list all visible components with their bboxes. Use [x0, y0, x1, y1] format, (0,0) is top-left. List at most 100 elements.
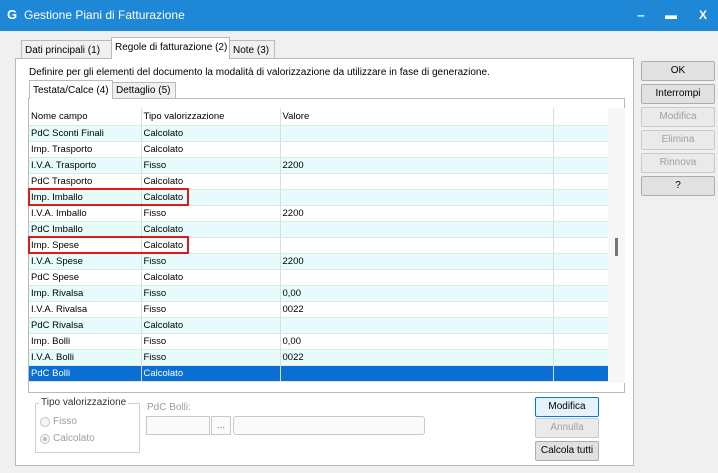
calcola-tutti-button[interactable]: Calcola tutti [535, 441, 599, 461]
detail-annulla-button[interactable]: Annulla [535, 418, 599, 438]
table-row[interactable]: Imp. Bolli Fisso 0,00 [29, 333, 608, 350]
table-row[interactable]: PdC Spese Calcolato [29, 269, 608, 286]
table-row[interactable]: Imp. Rivalsa Fisso 0,00 [29, 285, 608, 302]
table-row[interactable]: I.V.A. Imballo Fisso 2200 [29, 205, 608, 222]
modifica-button[interactable]: Modifica [641, 107, 715, 127]
radio-fisso-label: Fisso [53, 416, 77, 427]
cell-valore [280, 317, 554, 334]
table-row[interactable]: I.V.A. Spese Fisso 2200 [29, 253, 608, 270]
cell-tipo: Calcolato [141, 269, 281, 286]
cell-valore [280, 189, 554, 206]
highlight-imp-imballo [28, 188, 189, 206]
table-row[interactable]: PdC Rivalsa Calcolato [29, 317, 608, 334]
minimize-button[interactable]: ‒ [626, 0, 656, 31]
cell-valore [280, 173, 554, 190]
column-header-tipo[interactable]: Tipo valorizzazione [141, 108, 281, 126]
cell-tipo: Calcolato [141, 365, 281, 382]
cell-nome: Imp. Trasporto [29, 141, 142, 158]
pdc-lookup-button[interactable]: ... [211, 416, 231, 435]
table-row[interactable]: Imp. Trasporto Calcolato [29, 141, 608, 158]
pdc-label: PdC Bolli: [147, 402, 191, 413]
cell-tipo: Fisso [141, 333, 281, 350]
cell-valore: 0022 [280, 349, 554, 366]
ok-button[interactable]: OK [641, 61, 715, 81]
table-row[interactable]: I.V.A. Trasporto Fisso 2200 [29, 157, 608, 174]
cell-nome: PdC Bolli [29, 365, 142, 382]
cell-nome: Imp. Bolli [29, 333, 142, 350]
cell-valore [280, 269, 554, 286]
radio-calcolato-label: Calcolato [53, 433, 95, 444]
pdc-code-input[interactable] [146, 416, 210, 435]
cell-tipo: Fisso [141, 157, 281, 174]
cell-nome: I.V.A. Trasporto [29, 157, 142, 174]
elimina-button[interactable]: Elimina [641, 130, 715, 150]
table-row[interactable]: PdC Imballo Calcolato [29, 221, 608, 238]
tipo-valorizzazione-legend: Tipo valorizzazione [39, 397, 129, 408]
window-title: Gestione Piani di Fatturazione [24, 8, 185, 22]
pdc-description-input[interactable] [233, 416, 425, 435]
cell-tipo: Calcolato [141, 317, 281, 334]
cell-nome: I.V.A. Bolli [29, 349, 142, 366]
rinnova-button[interactable]: Rinnova [641, 153, 715, 173]
grid-scrollbar[interactable] [608, 108, 625, 383]
cell-tipo: Calcolato [141, 173, 281, 190]
cell-blank [553, 253, 608, 270]
cell-tipo: Fisso [141, 349, 281, 366]
cell-blank [553, 301, 608, 318]
cell-tipo: Fisso [141, 301, 281, 318]
cell-tipo: Calcolato [141, 221, 281, 238]
cell-blank [553, 349, 608, 366]
cell-blank [553, 205, 608, 222]
cell-blank [553, 269, 608, 286]
column-header-blank [553, 108, 608, 126]
cell-blank [553, 173, 608, 190]
cell-tipo: Fisso [141, 285, 281, 302]
help-button[interactable]: ? [641, 176, 715, 196]
cell-valore: 0022 [280, 301, 554, 318]
subtab-dettaglio[interactable]: Dettaglio (5) [112, 82, 176, 98]
cell-blank [553, 157, 608, 174]
table-row[interactable]: PdC Sconti Finali Calcolato [29, 125, 608, 142]
radio-calcolato[interactable] [40, 434, 50, 444]
cell-nome: I.V.A. Spese [29, 253, 142, 270]
tipo-valorizzazione-group [35, 403, 140, 453]
table-row[interactable]: PdC Trasporto Calcolato [29, 173, 608, 190]
radio-fisso[interactable] [40, 417, 50, 427]
cell-nome: PdC Sconti Finali [29, 125, 142, 142]
tab-dati-principali[interactable]: Dati principali (1) [21, 40, 112, 60]
cell-valore [280, 141, 554, 158]
cell-blank [553, 125, 608, 142]
cell-blank [553, 317, 608, 334]
table-row-selected[interactable]: PdC Bolli Calcolato [29, 365, 608, 382]
column-header-valore[interactable]: Valore [280, 108, 554, 126]
cell-tipo: Calcolato [141, 141, 281, 158]
cell-nome: PdC Spese [29, 269, 142, 286]
tab-note[interactable]: Note (3) [229, 40, 275, 60]
cell-nome: Imp. Rivalsa [29, 285, 142, 302]
tab-regole-fatturazione[interactable]: Regole di fatturazione (2) [111, 37, 230, 59]
table-row[interactable]: I.V.A. Bolli Fisso 0022 [29, 349, 608, 366]
highlight-imp-spese [28, 236, 189, 254]
cell-blank [553, 285, 608, 302]
cell-valore: 2200 [280, 253, 554, 270]
cell-valore [280, 125, 554, 142]
app-logo-icon: G [7, 7, 18, 22]
table-row[interactable]: I.V.A. Rivalsa Fisso 0022 [29, 301, 608, 318]
maximize-button[interactable]: ▬ [656, 0, 686, 31]
close-button[interactable]: X [688, 0, 718, 31]
cell-blank [553, 333, 608, 350]
column-header-nome[interactable]: Nome campo [29, 108, 142, 126]
detail-modifica-button[interactable]: Modifica [535, 397, 599, 417]
subtab-testata-calce[interactable]: Testata/Calce (4) [29, 80, 113, 99]
grid-header: Nome campo Tipo valorizzazione Valore [29, 108, 608, 126]
cell-nome: I.V.A. Rivalsa [29, 301, 142, 318]
cell-valore: 0,00 [280, 333, 554, 350]
description-text: Definire per gli elementi del documento … [29, 67, 490, 78]
cell-nome: PdC Rivalsa [29, 317, 142, 334]
cell-blank [553, 221, 608, 238]
cell-blank [553, 365, 608, 382]
cell-blank [553, 237, 608, 254]
scrollbar-thumb[interactable] [615, 238, 618, 256]
interrompi-button[interactable]: Interrompi [641, 84, 715, 104]
cell-blank [553, 189, 608, 206]
